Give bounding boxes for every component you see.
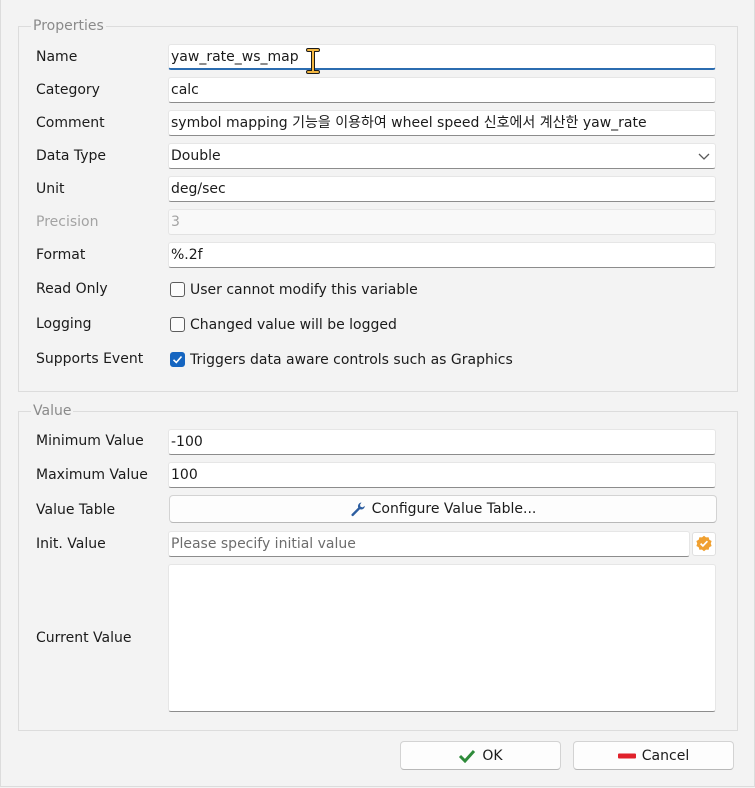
data-type-label: Data Type [36,148,107,164]
category-label: Category [36,82,100,98]
value-table-label: Value Table [36,502,116,518]
cancel-button[interactable]: Cancel [573,741,734,770]
read-only-checkbox[interactable] [170,282,185,297]
precision-label: Precision [36,214,99,230]
checkmark-icon [172,355,183,364]
current-value-textarea[interactable] [168,564,716,712]
supports-event-checkbox-label[interactable]: Triggers data aware controls such as Gra… [190,350,513,370]
category-input[interactable]: calc [168,77,716,103]
checkmark-icon [459,749,476,763]
data-type-value: Double [171,148,221,164]
init-value-label: Init. Value [36,536,106,552]
init-value-input[interactable]: Please specify initial value [168,531,690,557]
supports-event-label: Supports Event [36,351,144,367]
value-group-title: Value [31,402,74,420]
text-cursor-icon [306,48,320,74]
comment-label: Comment [36,115,105,131]
format-input[interactable]: %.2f [168,242,716,268]
unit-label: Unit [36,181,65,197]
configure-value-table-button[interactable]: Configure Value Table... [169,495,717,523]
logging-checkbox[interactable] [170,317,185,332]
format-label: Format [36,247,86,263]
name-label: Name [36,49,78,65]
configure-value-table-label: Configure Value Table... [371,501,537,517]
properties-group-title: Properties [31,17,106,35]
cancel-label: Cancel [641,747,690,764]
init-value-badge-button[interactable] [692,532,716,556]
ok-button[interactable]: OK [400,741,561,770]
minus-icon [617,753,636,758]
ok-label: OK [482,747,503,764]
comment-input[interactable]: symbol mapping 기능을 이용하여 wheel speed 신호에서… [168,110,716,136]
precision-input: 3 [168,209,716,235]
minimum-value-input[interactable]: -100 [168,429,716,455]
name-input[interactable]: yaw_rate_ws_map [168,44,716,70]
logging-label: Logging [36,316,92,332]
minimum-value-label: Minimum Value [36,433,144,449]
logging-checkbox-label[interactable]: Changed value will be logged [190,315,397,335]
verified-badge-icon [696,535,712,552]
supports-event-checkbox[interactable] [170,352,185,367]
unit-input[interactable]: deg/sec [168,176,716,202]
current-value-label: Current Value [36,630,132,646]
maximum-value-input[interactable]: 100 [168,462,716,488]
data-type-select[interactable]: Double [168,143,716,169]
read-only-checkbox-label[interactable]: User cannot modify this variable [190,280,418,300]
read-only-label: Read Only [36,281,108,297]
chevron-down-icon [698,153,710,160]
maximum-value-label: Maximum Value [36,467,148,483]
wrench-icon [351,502,365,517]
